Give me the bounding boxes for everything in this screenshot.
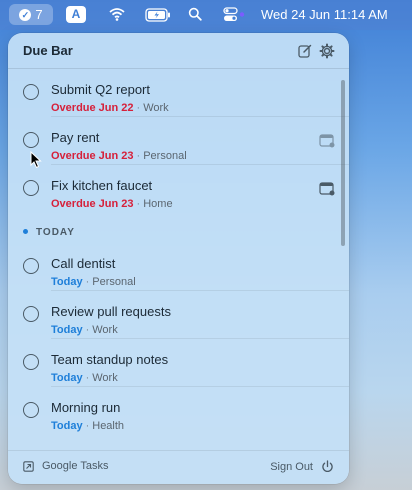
section-label: TODAY (36, 227, 75, 238)
task-complete-checkbox[interactable] (23, 132, 39, 148)
scrollbar[interactable] (341, 80, 345, 246)
task-due: Overdue Jun 22 (51, 102, 134, 114)
panel-footer: Google Tasks Sign Out (8, 450, 349, 484)
calendar-icon[interactable] (319, 134, 335, 148)
due-count-badge: 7 (35, 7, 43, 22)
task-list-name: Personal (143, 150, 187, 162)
task-row[interactable]: Pay rent Overdue Jun 23 · Personal (8, 117, 349, 165)
task-complete-checkbox[interactable] (23, 180, 39, 196)
search-icon[interactable] (188, 7, 202, 21)
sign-out-label: Sign Out (270, 460, 313, 473)
control-center-icon[interactable] (223, 7, 245, 22)
separator: · (85, 420, 90, 432)
separator: · (136, 198, 141, 210)
separator: · (85, 324, 90, 336)
task-meta: Today · Work (51, 324, 118, 336)
calendar-icon[interactable] (319, 182, 335, 196)
panel-header: Due Bar (8, 33, 349, 69)
google-tasks-label: Google Tasks (42, 460, 109, 472)
task-list-name: Work (92, 324, 118, 336)
task-row[interactable]: Team standup notes Today · Work (8, 339, 349, 387)
task-due: Today (51, 372, 83, 384)
gear-icon[interactable] (319, 43, 335, 59)
section-dot (23, 229, 28, 234)
separator: · (136, 150, 141, 162)
task-due: Today (51, 420, 83, 432)
task-list-name: Health (92, 420, 125, 432)
task-complete-checkbox[interactable] (23, 402, 39, 418)
task-due: Overdue Jun 23 (51, 198, 134, 210)
task-due: Today (51, 276, 83, 288)
panel-title: Due Bar (23, 43, 73, 58)
task-row[interactable]: Submit Q2 report Overdue Jun 22 · Work (8, 69, 349, 117)
open-external-icon (23, 460, 34, 472)
separator: · (85, 372, 90, 384)
task-row[interactable]: Call dentist Today · Personal (8, 243, 349, 291)
task-title: Team standup notes (51, 352, 169, 367)
input-source-indicator[interactable]: A (66, 6, 86, 23)
task-meta: Today · Health (51, 420, 124, 432)
google-tasks-link[interactable]: Google Tasks (23, 460, 108, 472)
task-list-name: Work (143, 102, 169, 114)
task-list-name: Work (92, 372, 118, 384)
task-row[interactable]: Fix kitchen faucet Overdue Jun 23 · Home (8, 165, 349, 213)
task-title: Fix kitchen faucet (51, 178, 153, 193)
task-meta: Overdue Jun 22 · Work (51, 102, 169, 114)
task-title: Review pull requests (51, 304, 171, 319)
wifi-icon[interactable] (108, 6, 126, 22)
task-title: Morning run (51, 400, 121, 415)
task-meta: Today · Work (51, 372, 118, 384)
checkmark-circle-icon: ✓ (19, 8, 32, 21)
sign-out-button[interactable]: Sign Out (270, 460, 334, 473)
task-meta: Overdue Jun 23 · Home (51, 198, 173, 210)
task-meta: Overdue Jun 23 · Personal (51, 150, 187, 162)
section-header-today: TODAY (23, 227, 75, 238)
separator: · (136, 102, 141, 114)
task-title: Submit Q2 report (51, 82, 150, 97)
menu-bar: ✓ 7 A Wed 24 Jun 11:14 AM (0, 0, 412, 30)
task-complete-checkbox[interactable] (23, 258, 39, 274)
task-list-name: Home (143, 198, 173, 210)
task-meta: Today · Personal (51, 276, 136, 288)
task-title: Call dentist (51, 256, 116, 271)
due-bar-menu-item[interactable]: ✓ 7 (9, 4, 53, 25)
task-complete-checkbox[interactable] (23, 84, 39, 100)
task-row[interactable]: Review pull requests Today · Work (8, 291, 349, 339)
task-list-name: Personal (92, 276, 136, 288)
task-row[interactable]: Morning run Today · Health (8, 387, 349, 435)
task-title: Pay rent (51, 130, 100, 145)
task-complete-checkbox[interactable] (23, 306, 39, 322)
battery-icon[interactable] (145, 8, 171, 22)
clock[interactable]: Wed 24 Jun 11:14 AM (261, 7, 388, 22)
task-due: Today (51, 324, 83, 336)
compose-icon[interactable] (297, 43, 313, 59)
task-due: Overdue Jun 23 (51, 150, 134, 162)
power-icon (322, 460, 333, 472)
task-list[interactable]: Submit Q2 report Overdue Jun 22 · Work Pay… (8, 69, 349, 449)
separator: · (85, 276, 90, 288)
task-complete-checkbox[interactable] (23, 354, 39, 370)
mouse-cursor-icon (30, 151, 42, 169)
due-bar-panel: Due Bar Submit Q2 report Overdue Jun 22 ·… (8, 33, 349, 484)
